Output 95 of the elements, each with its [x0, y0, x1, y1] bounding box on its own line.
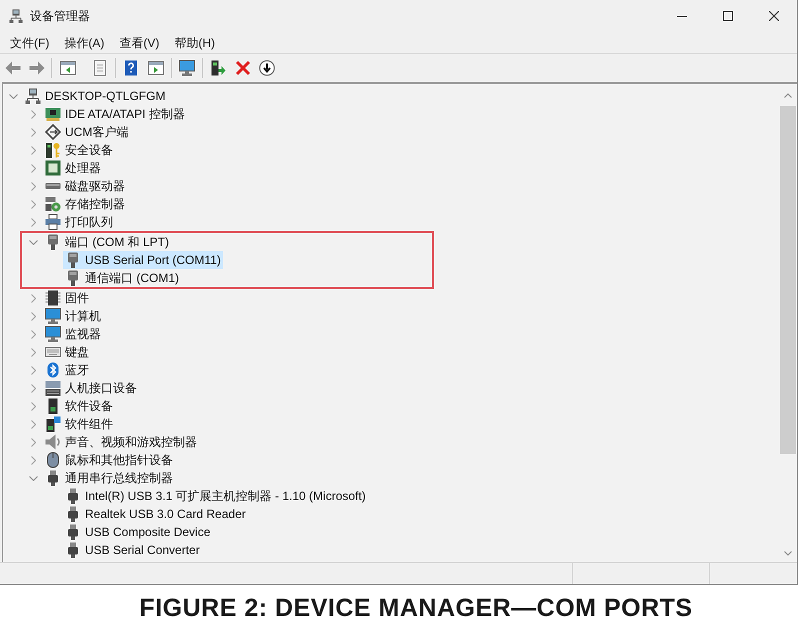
tree-item[interactable]: 打印队列: [43, 213, 115, 231]
monitor-icon: [45, 308, 61, 324]
tree-item[interactable]: 安全设备: [43, 141, 115, 159]
memory-chip-icon: [45, 290, 61, 306]
arrow-down-circle-icon: [259, 60, 275, 76]
bluetooth-icon: [45, 362, 61, 378]
close-icon: [769, 11, 779, 21]
key-icon: [45, 142, 61, 158]
back-arrow-icon: [5, 60, 21, 76]
diamond-icon: [45, 124, 61, 140]
tree-item[interactable]: 蓝牙: [43, 361, 91, 379]
tree-item[interactable]: 人机接口设备: [43, 379, 139, 397]
tree-item[interactable]: USB Serial Converter: [63, 541, 202, 559]
tree-item[interactable]: 通信端口 (COM1): [63, 269, 181, 287]
tree-item[interactable]: IDE ATA/ATAPI 控制器: [43, 105, 187, 123]
tree-item[interactable]: Intel(R) USB 3.1 可扩展主机控制器 - 1.10 (Microsoft): [63, 487, 368, 505]
tree-item[interactable]: 处理器: [43, 159, 103, 177]
chevron-right-icon[interactable]: [30, 420, 36, 428]
tree-item[interactable]: UCM客户端: [43, 123, 130, 141]
window-title: 设备管理器: [30, 8, 90, 25]
chevron-right-icon[interactable]: [30, 438, 36, 446]
computer-icon: [9, 9, 23, 23]
usb-plug-icon: [65, 542, 81, 558]
maximize-icon: [723, 11, 733, 21]
chevron-up-icon[interactable]: [784, 92, 792, 98]
mouse-icon: [45, 452, 61, 468]
chevron-right-icon[interactable]: [30, 146, 36, 154]
tree-item[interactable]: 鼠标和其他指针设备: [43, 451, 175, 469]
speaker-icon: [45, 434, 61, 450]
panel-right-icon: [148, 60, 164, 76]
chevron-right-icon[interactable]: [30, 200, 36, 208]
usb-plug-icon: [65, 524, 81, 540]
chevron-right-icon[interactable]: [30, 348, 36, 356]
chevron-right-icon[interactable]: [30, 128, 36, 136]
tree-item[interactable]: 监视器: [43, 325, 103, 343]
tree-item[interactable]: 磁盘驱动器: [43, 177, 127, 195]
chevron-right-icon[interactable]: [30, 312, 36, 320]
chevron-right-icon[interactable]: [30, 330, 36, 338]
forward-arrow-icon: [29, 60, 45, 76]
chevron-right-icon[interactable]: [30, 402, 36, 410]
tree-item[interactable]: 声音、视频和游戏控制器: [43, 433, 199, 451]
chevron-down-icon[interactable]: [8, 94, 18, 98]
cross-icon: [235, 60, 251, 76]
menu-item[interactable]: 文件(F): [4, 32, 56, 53]
chevron-right-icon[interactable]: [30, 218, 36, 226]
chip-icon: [45, 160, 61, 176]
plug-icon: [65, 270, 81, 286]
component-icon: [45, 416, 61, 432]
tree-item[interactable]: 固件: [43, 289, 91, 307]
usb-plug-icon: [65, 488, 81, 504]
document-icon: [92, 60, 108, 76]
circuit-board-icon: [45, 106, 61, 122]
menu-item[interactable]: 帮助(H): [168, 32, 221, 53]
toolbar-button[interactable]: [176, 57, 198, 79]
help-icon: [123, 60, 139, 76]
tree-item[interactable]: USB Composite Device: [63, 523, 212, 541]
chevron-right-icon[interactable]: [30, 294, 36, 302]
usb-plug-icon: [45, 470, 61, 486]
tree-item[interactable]: 软件设备: [43, 397, 115, 415]
computer-icon: [25, 88, 41, 104]
tree-item[interactable]: DESKTOP-QTLGFGM: [23, 87, 168, 105]
chevron-right-icon[interactable]: [30, 182, 36, 190]
toolbar-button[interactable]: [256, 57, 278, 79]
tree-item[interactable]: 通用串行总线控制器: [43, 469, 175, 487]
menu-item[interactable]: 查看(V): [113, 32, 166, 53]
tree-item[interactable]: 计算机: [43, 307, 103, 325]
monitor-icon: [45, 326, 61, 342]
scrollbar-thumb[interactable]: [780, 106, 796, 454]
chevron-right-icon[interactable]: [30, 366, 36, 374]
plug-icon: [65, 252, 81, 268]
tree-item[interactable]: USB Serial Port (COM11): [63, 251, 223, 269]
menu-item[interactable]: 操作(A): [58, 32, 110, 53]
tree-item[interactable]: 端口 (COM 和 LPT): [43, 233, 171, 251]
tree-item[interactable]: 存储控制器: [43, 195, 127, 213]
usb-plug-icon: [65, 506, 81, 522]
storage-icon: [45, 196, 61, 212]
panel-left-icon: [60, 60, 76, 76]
figure-caption: FIGURE 2: DEVICE MANAGER—COM PORTS: [139, 592, 693, 624]
chevron-right-icon[interactable]: [30, 164, 36, 172]
chevron-right-icon[interactable]: [30, 456, 36, 464]
plug-icon: [45, 234, 61, 250]
keyboard-device-icon: [45, 380, 61, 396]
printer-icon: [45, 214, 61, 230]
tree-item[interactable]: Realtek USB 3.0 Card Reader: [63, 505, 248, 523]
tree-item[interactable]: 键盘: [43, 343, 91, 361]
chevron-right-icon[interactable]: [30, 110, 36, 118]
keyboard-icon: [45, 347, 61, 357]
device-arrow-icon: [210, 60, 226, 76]
monitor-icon: [179, 60, 195, 76]
tree-item[interactable]: 软件组件: [43, 415, 115, 433]
chevron-down-icon[interactable]: [28, 240, 38, 244]
chevron-right-icon[interactable]: [30, 384, 36, 392]
chevron-down-icon[interactable]: [28, 476, 38, 480]
chevron-down-icon[interactable]: [784, 550, 792, 556]
drive-icon: [45, 183, 61, 189]
